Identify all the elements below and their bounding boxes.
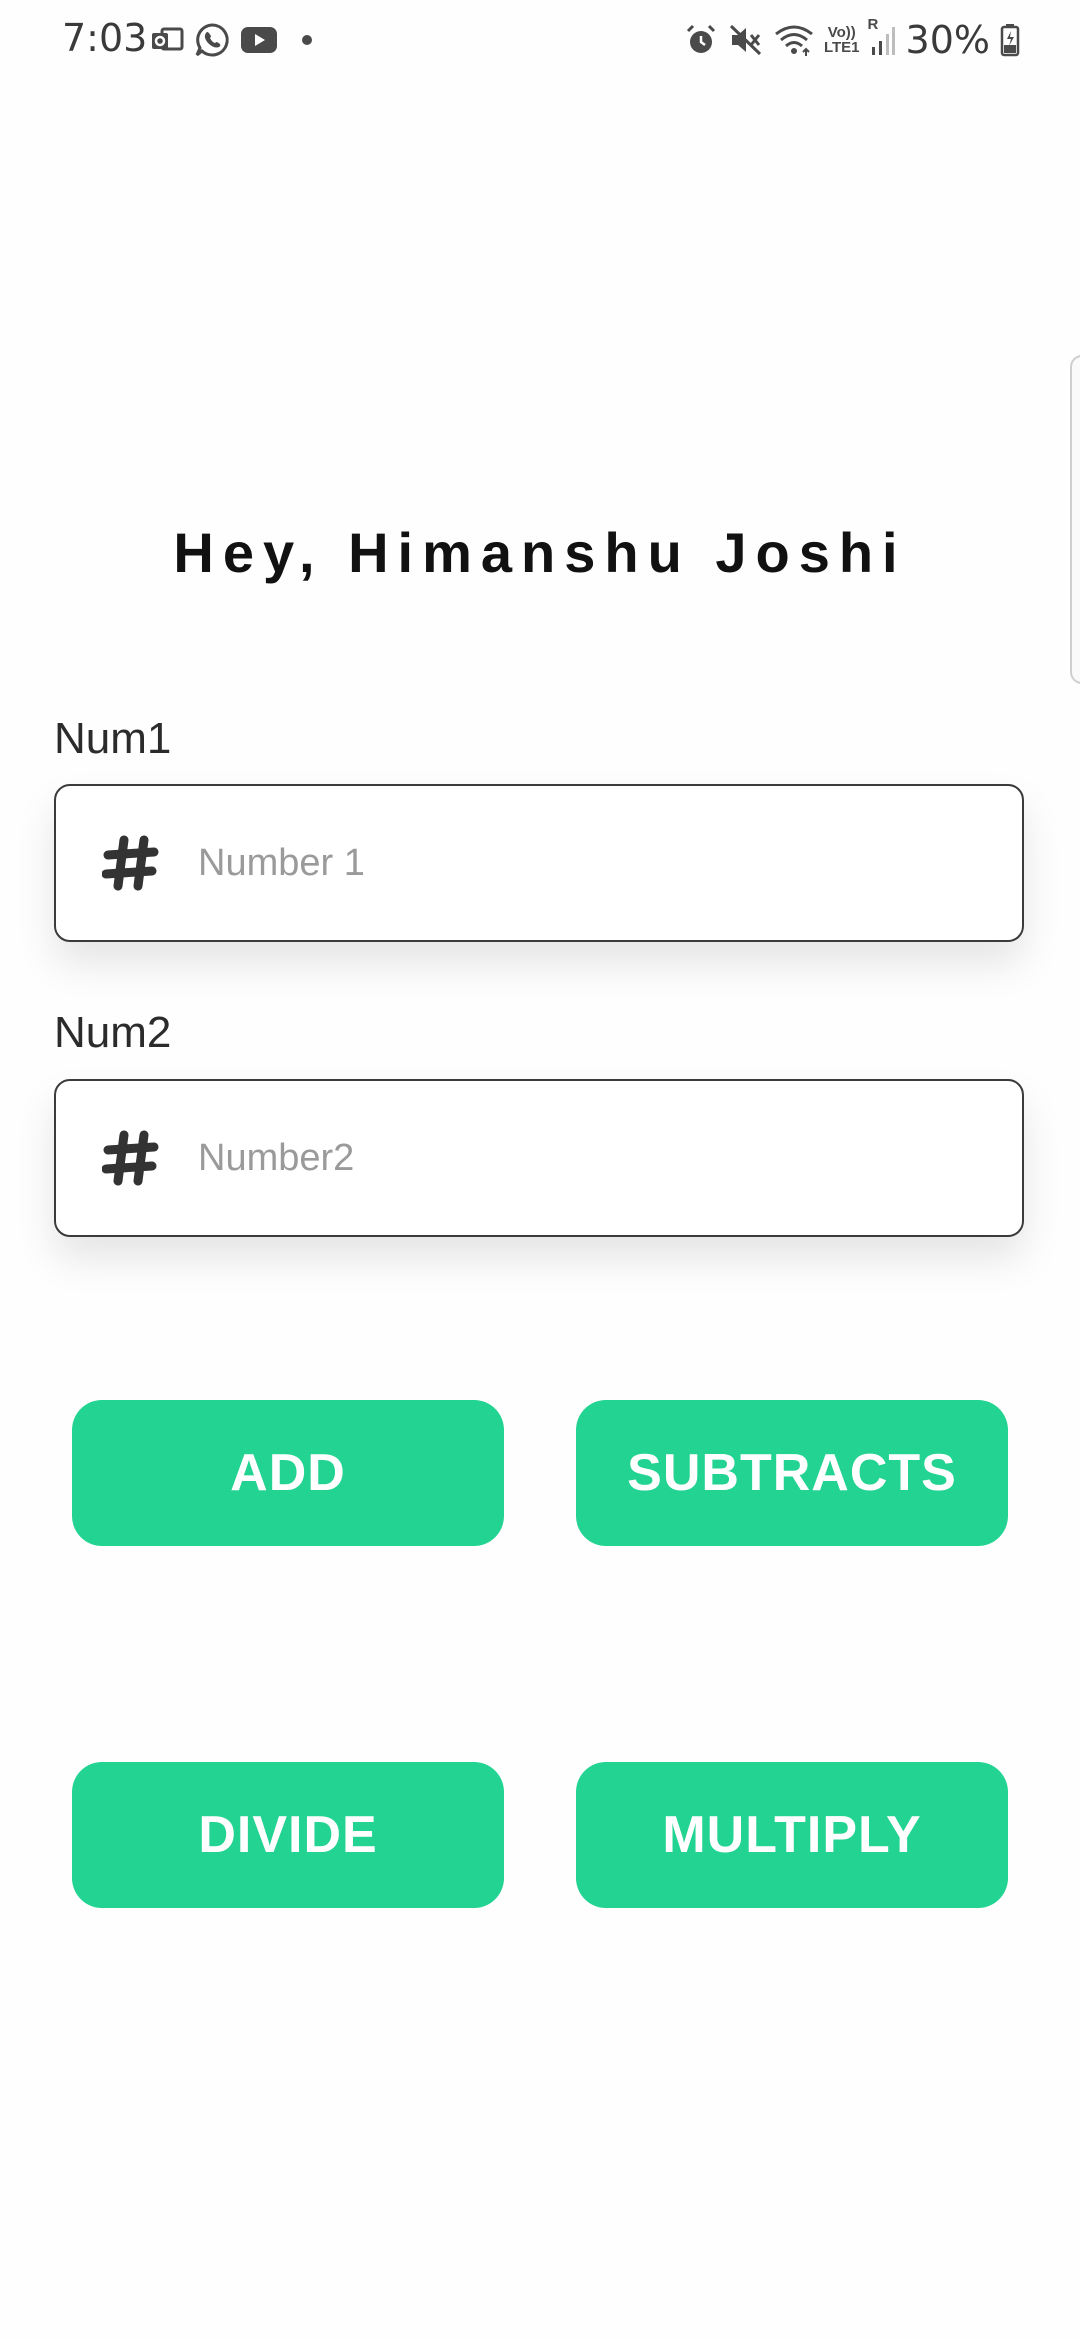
roaming-indicator: R: [867, 16, 879, 33]
mute-icon: [728, 23, 764, 57]
system-icons: Vo)) LTE1 R 30%: [684, 16, 1020, 64]
subtract-button[interactable]: SUBTRACTS: [576, 1400, 1008, 1546]
num1-label: Num1: [54, 714, 172, 763]
battery-percent: 30%: [905, 18, 990, 62]
outlook-icon: [150, 25, 184, 55]
dot-icon: [302, 35, 312, 45]
num1-field[interactable]: [54, 784, 1024, 942]
volte-icon: Vo)) LTE1: [824, 25, 860, 55]
signal-icon: R: [868, 17, 896, 57]
youtube-icon: [240, 25, 278, 55]
multiply-button[interactable]: MULTIPLY: [576, 1762, 1008, 1908]
greeting-title: Hey, Himanshu Joshi: [173, 521, 907, 584]
add-button[interactable]: ADD: [72, 1400, 504, 1546]
alarm-icon: [684, 23, 718, 57]
num2-input[interactable]: [198, 1081, 1022, 1235]
num2-label: Num2: [54, 1008, 172, 1057]
num2-field[interactable]: [54, 1079, 1024, 1237]
divide-button[interactable]: DIVIDE: [72, 1762, 504, 1908]
wifi-icon: [774, 23, 814, 57]
whatsapp-icon: [194, 22, 230, 58]
status-bar: 7:03 Vo)) LTE1 R 30%: [0, 0, 1080, 82]
status-time: 7:03: [62, 16, 148, 60]
battery-icon: [1000, 23, 1020, 57]
hash-icon: [100, 1127, 162, 1189]
volte-top-text: Vo)): [827, 24, 856, 41]
volte-bottom-text: LTE1: [823, 39, 860, 56]
app-screen: 7:03 Vo)) LTE1 R 30% Hey, Himanshu Joshi…: [0, 0, 1080, 2340]
hash-icon: [100, 832, 162, 894]
num1-input[interactable]: [198, 786, 1022, 940]
notification-icons: [150, 20, 312, 60]
